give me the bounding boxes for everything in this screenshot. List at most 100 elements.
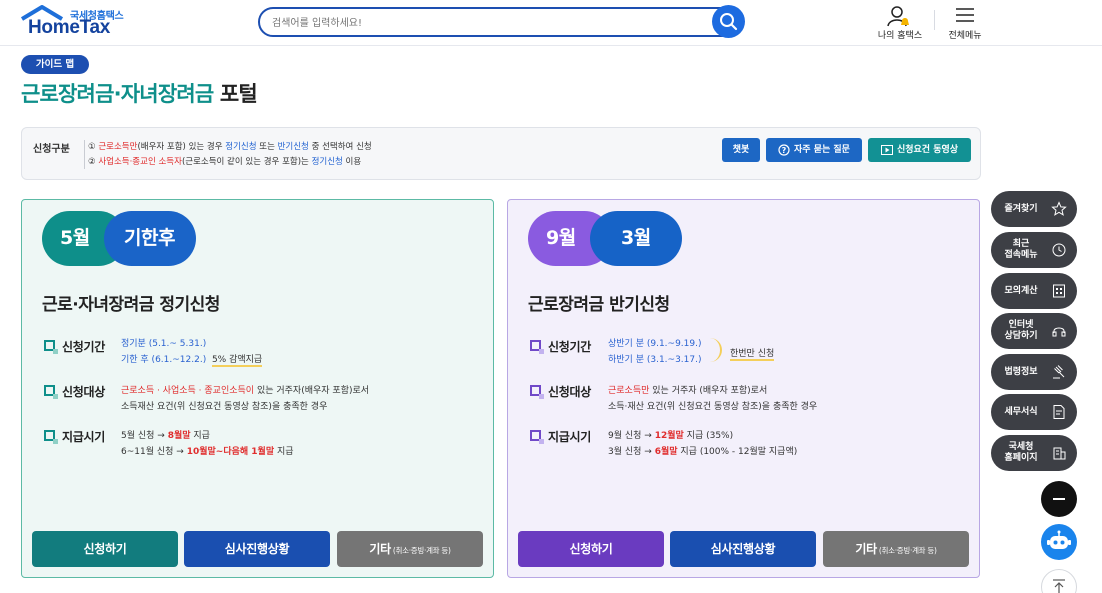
all-menu-button[interactable]: 전체메뉴 <box>942 4 988 42</box>
infobar-line-2: ② 사업소득·종교인 소득자(근로소득이 같이 있는 경우 포함)는 정기신청 … <box>88 155 361 167</box>
apply-button[interactable]: 신청하기 <box>32 531 178 567</box>
line2-number: ② <box>88 157 99 167</box>
pay-2-text: 3월 신청 → <box>608 447 655 457</box>
target-value: 근로소득 · 사업소득 · 종교인소득이 있는 거주자(배우자 포함)로서 소득… <box>121 383 369 412</box>
my-hometax-button[interactable]: 나의 홈택스 <box>872 4 928 42</box>
line1-number: ① <box>88 142 99 152</box>
logo-text: HomeTax <box>28 17 111 38</box>
search-button[interactable] <box>712 5 745 38</box>
pay-2-highlight: 10월말~다음해 1월말 <box>186 447 275 457</box>
period-label: 신청기간 <box>62 340 105 354</box>
hometax-logo[interactable]: 국세청홈택스 HomeTax <box>20 5 130 41</box>
quick-law[interactable]: 법령정보 <box>991 354 1077 390</box>
period-line-2: 하반기 분 (3.1.~3.17.) <box>608 355 702 365</box>
page-title-accent: 근로장려금·자녀장려금 <box>21 82 214 106</box>
nts-label-2: 홈페이지 <box>1004 453 1038 463</box>
quick-law-label: 법령정보 <box>1004 366 1038 377</box>
pay-bullet-icon <box>44 430 58 444</box>
collapse-quickmenu-button[interactable] <box>1041 481 1077 517</box>
my-hometax-label: 나의 홈택스 <box>877 31 923 41</box>
quick-favorites-label: 즐겨찾기 <box>1004 203 1038 214</box>
pay-label: 지급시기 <box>62 430 105 444</box>
card-title: 근로·자녀장려금 정기신청 <box>42 295 220 315</box>
faq-label: 자주 묻는 질문 <box>794 145 850 155</box>
chatbot-button[interactable]: 챗봇 <box>722 138 760 162</box>
target-text: 있는 거주자(배우자 포함)로서 <box>254 386 370 396</box>
target-label: 신청대상 <box>548 385 591 399</box>
pay-label: 지급시기 <box>548 430 591 444</box>
requirement-video-button[interactable]: 신청요건 동영상 <box>868 138 971 162</box>
month-pill-label: 5월 <box>60 227 90 249</box>
svg-text:?: ? <box>782 146 787 155</box>
quick-nts-label: 국세청 홈페이지 <box>991 435 1051 471</box>
pay-1-highlight: 8월말 <box>167 431 191 441</box>
target-line-2: 소득·재산 요건(위 신청요건 동영상 참조)을 충족한 경우 <box>608 402 818 412</box>
quick-consult[interactable]: 인터넷 상담하기 <box>991 313 1077 349</box>
guide-map-badge[interactable]: 가이드 맵 <box>21 55 89 74</box>
hamburger-icon <box>956 8 974 22</box>
pay-1-text: 9월 신청 → <box>608 431 655 441</box>
etc-label: 기타 <box>369 542 391 556</box>
gavel-icon <box>1053 365 1065 379</box>
quick-forms[interactable]: 세무서식 <box>991 394 1077 430</box>
faq-button[interactable]: ? 자주 묻는 질문 <box>766 138 862 162</box>
apply-button[interactable]: 신청하기 <box>518 531 664 567</box>
period-line-1: 정기분 (5.1.~ 5.31.) <box>121 339 207 349</box>
etc-button[interactable]: 기타 (취소·증빙·계좌 등) <box>823 531 969 567</box>
quick-recent-label: 최근 접속메뉴 <box>991 232 1051 268</box>
chatbot-label: 챗봇 <box>732 145 750 155</box>
quick-recent[interactable]: 최근 접속메뉴 <box>991 232 1077 268</box>
pay-1-tail: 지급 <box>190 431 210 441</box>
recent-label-2: 접속메뉴 <box>1004 250 1038 260</box>
headset-icon <box>1052 327 1066 337</box>
consult-label-2: 상담하기 <box>1004 331 1038 341</box>
scroll-to-top-button[interactable] <box>1041 569 1077 593</box>
user-bell-icon <box>887 6 909 27</box>
pay-2-text: 6~11월 신청 → <box>121 447 187 457</box>
line2-text: (근로소득이 같이 있는 경우 포함)는 <box>181 157 312 167</box>
search-input[interactable] <box>272 14 692 32</box>
review-status-button[interactable]: 심사진행상황 <box>184 531 330 567</box>
period-note: 5% 감액지급 <box>211 355 263 367</box>
header: 국세청홈택스 HomeTax 나의 홈택스 전체메뉴 <box>0 0 1102 46</box>
quick-favorites[interactable]: 즐겨찾기 <box>991 191 1077 227</box>
nts-label-1: 국세청 <box>1008 442 1034 452</box>
search-box <box>258 7 744 37</box>
question-icon: ? <box>778 143 790 156</box>
quick-nts-home[interactable]: 국세청 홈페이지 <box>991 435 1077 471</box>
video-play-icon <box>880 144 893 155</box>
september-pill-label: 9월 <box>546 227 576 249</box>
target-bullet-icon <box>530 385 544 399</box>
application-type-infobar: 신청구분 ① 근로소득만(배우자 포함) 있는 경우 정기신청 또는 반기신청 … <box>21 127 981 180</box>
search-icon <box>720 13 738 31</box>
star-icon <box>1051 201 1067 216</box>
line2-highlight: 사업소득·종교인 소득자 <box>98 157 182 167</box>
quick-forms-label: 세무서식 <box>1004 406 1038 417</box>
etc-button[interactable]: 기타 (취소·증빙·계좌 등) <box>337 531 483 567</box>
regular-application-card: 5월 기한후 근로·자녀장려금 정기신청 신청기간 정기분 (5.1.~ 5.3… <box>21 199 494 578</box>
pay-value: 9월 신청 → 12월말 지급 (35%) 3월 신청 → 6월말 지급 (10… <box>608 428 797 457</box>
target-line-2: 소득재산 요건(위 신청요건 동영상 참조)을 충족한 경우 <box>121 402 328 412</box>
period-value: 정기분 (5.1.~ 5.31.) 기한 후 (6.1.~12.2.) 5% 감… <box>121 336 263 367</box>
period-bullet-icon <box>44 340 58 354</box>
pay-2-highlight: 6월말 <box>654 447 678 457</box>
line2-tail: 이용 <box>342 157 362 167</box>
period-note: 한번만 신청 <box>730 346 775 361</box>
pay-value: 5월 신청 → 8월말 지급 6~11월 신청 → 10월말~다음해 1월말 지… <box>121 428 294 457</box>
arrow-up-icon <box>1053 579 1065 593</box>
target-highlight: 근로소득 · 사업소득 · 종교인소득이 <box>121 386 255 396</box>
quick-simulation[interactable]: 모의계산 <box>991 273 1077 309</box>
infobar-line-1: ① 근로소득만(배우자 포함) 있는 경우 정기신청 또는 반기신청 중 선택하… <box>88 140 372 152</box>
etc-sub-label: (취소·증빙·계좌 등) <box>878 546 937 555</box>
review-status-button[interactable]: 심사진행상황 <box>670 531 816 567</box>
target-highlight: 근로소득만 <box>608 386 650 396</box>
etc-label: 기타 <box>855 542 877 556</box>
line2-regular: 정기신청 <box>311 157 343 167</box>
chatbot-floating-button[interactable] <box>1041 524 1077 560</box>
page-title-rest: 포털 <box>213 82 258 106</box>
period-label: 신청기간 <box>548 340 591 354</box>
pay-2-tail: 지급 <box>274 447 294 457</box>
march-pill: 3월 <box>590 211 682 266</box>
line1-tail: 중 선택하여 신청 <box>308 142 372 152</box>
consult-label-1: 인터넷 <box>1008 320 1034 330</box>
